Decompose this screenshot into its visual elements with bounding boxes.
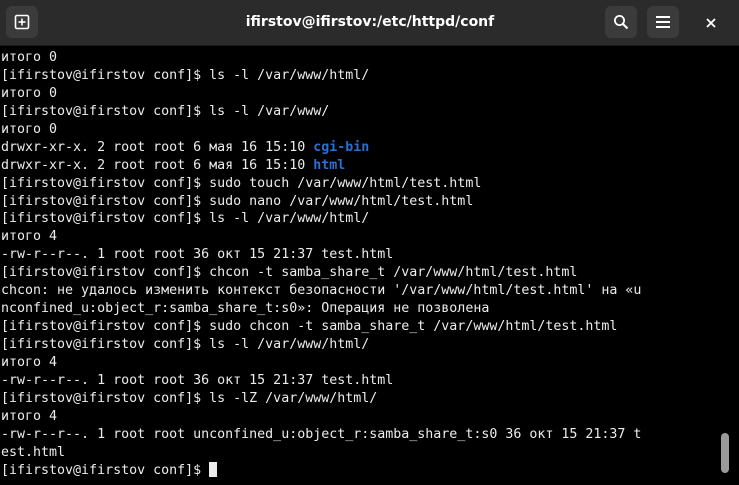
line-text: [ifirstov@ifirstov conf]$	[1, 462, 210, 478]
line-text: drwxr-xr-x. 2 root root 6 мая 16 15:10	[1, 157, 314, 173]
search-button[interactable]	[605, 6, 637, 38]
line-text: drwxr-xr-x. 2 root root 6 мая 16 15:10	[1, 139, 314, 155]
line-text: [ifirstov@ifirstov conf]$ sudo touch /va…	[1, 175, 482, 191]
directory-name: html	[313, 157, 346, 173]
close-button[interactable]	[695, 6, 727, 38]
window-title: ifirstov@ifirstov:/etc/httpd/conf	[245, 14, 495, 30]
line-text: -rw-r--r--. 1 root root 36 окт 15 21:37 …	[1, 372, 394, 388]
terminal-line: итого 0	[1, 49, 641, 67]
terminal-line: drwxr-xr-x. 2 root root 6 мая 16 15:10 c…	[1, 139, 641, 157]
line-text: est.html	[1, 444, 66, 460]
line-text: chcon: не удалось изменить контекст безо…	[1, 283, 642, 299]
close-icon	[706, 13, 716, 32]
terminal-output[interactable]: итого 0 [ifirstov@ifirstov conf]$ ls -l /…	[0, 46, 739, 485]
line-text: -rw-r--r--. 1 root root unconfined_u:obj…	[1, 426, 642, 442]
terminal-lines: итого 0 [ifirstov@ifirstov conf]$ ls -l /…	[1, 49, 641, 480]
line-text: [ifirstov@ifirstov conf]$ ls -lZ /var/ww…	[1, 390, 378, 406]
line-text: [ifirstov@ifirstov conf]$ ls -l /var/www…	[1, 211, 370, 227]
terminal-line: [ifirstov@ifirstov conf]$ sudo nano /var…	[1, 193, 641, 211]
terminal-line: итого 0	[1, 121, 641, 139]
terminal-line: [ifirstov@ifirstov conf]$ ls -lZ /var/ww…	[1, 390, 641, 408]
line-text: [ifirstov@ifirstov conf]$ sudo nano /var…	[1, 193, 474, 209]
terminal-line: итого 0	[1, 85, 641, 103]
terminal-line: итого 4	[1, 408, 641, 426]
line-text: nconfined_u:object_r:samba_share_t:s0»: …	[1, 301, 490, 317]
terminal-line: [ifirstov@ifirstov conf]$ ls -l /var/www…	[1, 210, 641, 228]
line-text: итого 4	[1, 408, 58, 424]
terminal-line: итого 4	[1, 354, 641, 372]
terminal-line: -rw-r--r--. 1 root root 36 окт 15 21:37 …	[1, 246, 641, 264]
terminal-line: [ifirstov@ifirstov conf]$ ls -l /var/www…	[1, 103, 641, 121]
line-text: итого 4	[1, 354, 58, 370]
line-text: [ifirstov@ifirstov conf]$ ls -l /var/www…	[1, 103, 330, 119]
line-text: [ifirstov@ifirstov conf]$ ls -l /var/www…	[1, 337, 370, 352]
line-text: итого 0	[1, 121, 58, 137]
title-bar: ifirstov@ifirstov:/etc/httpd/conf	[0, 0, 739, 46]
terminal-line: est.html	[1, 444, 641, 462]
terminal-line: -rw-r--r--. 1 root root 36 окт 15 21:37 …	[1, 372, 641, 390]
hamburger-menu-icon	[656, 16, 670, 28]
terminal-line: [ifirstov@ifirstov conf]$ sudo touch /va…	[1, 175, 641, 193]
terminal-line: [ifirstov@ifirstov conf]$ sudo chcon -t …	[1, 318, 641, 336]
text-cursor	[209, 461, 218, 477]
line-text: итого 0	[1, 50, 58, 65]
terminal-line: [ifirstov@ifirstov conf]$ ls -l /var/www…	[1, 67, 641, 85]
line-text: итого 0	[1, 85, 58, 101]
terminal-line: [ifirstov@ifirstov conf]$ ls -l /var/www…	[1, 336, 641, 354]
terminal-line: -rw-r--r--. 1 root root unconfined_u:obj…	[1, 426, 641, 444]
line-text: [ifirstov@ifirstov conf]$ sudo chcon -t …	[1, 319, 618, 335]
terminal-line: chcon: не удалось изменить контекст безо…	[1, 282, 641, 300]
menu-button[interactable]	[647, 6, 679, 38]
terminal-line: [ifirstov@ifirstov conf]$ chcon -t samba…	[1, 264, 641, 282]
new-tab-icon	[14, 14, 30, 30]
terminal-line: drwxr-xr-x. 2 root root 6 мая 16 15:10 h…	[1, 157, 641, 175]
new-tab-button[interactable]	[6, 6, 38, 38]
terminal-line: nconfined_u:object_r:samba_share_t:s0»: …	[1, 300, 641, 318]
search-icon	[613, 14, 629, 30]
line-text: [ifirstov@ifirstov conf]$ chcon -t samba…	[1, 265, 578, 281]
line-text: -rw-r--r--. 1 root root 36 окт 15 21:37 …	[1, 247, 394, 263]
terminal-line: [ifirstov@ifirstov conf]$	[1, 461, 641, 480]
directory-name: cgi-bin	[313, 139, 370, 155]
line-text: [ifirstov@ifirstov conf]$ ls -l /var/www…	[1, 67, 370, 83]
terminal-line: итого 4	[1, 228, 641, 246]
terminal-scrollbar[interactable]	[721, 433, 729, 473]
line-text: итого 4	[1, 229, 58, 245]
